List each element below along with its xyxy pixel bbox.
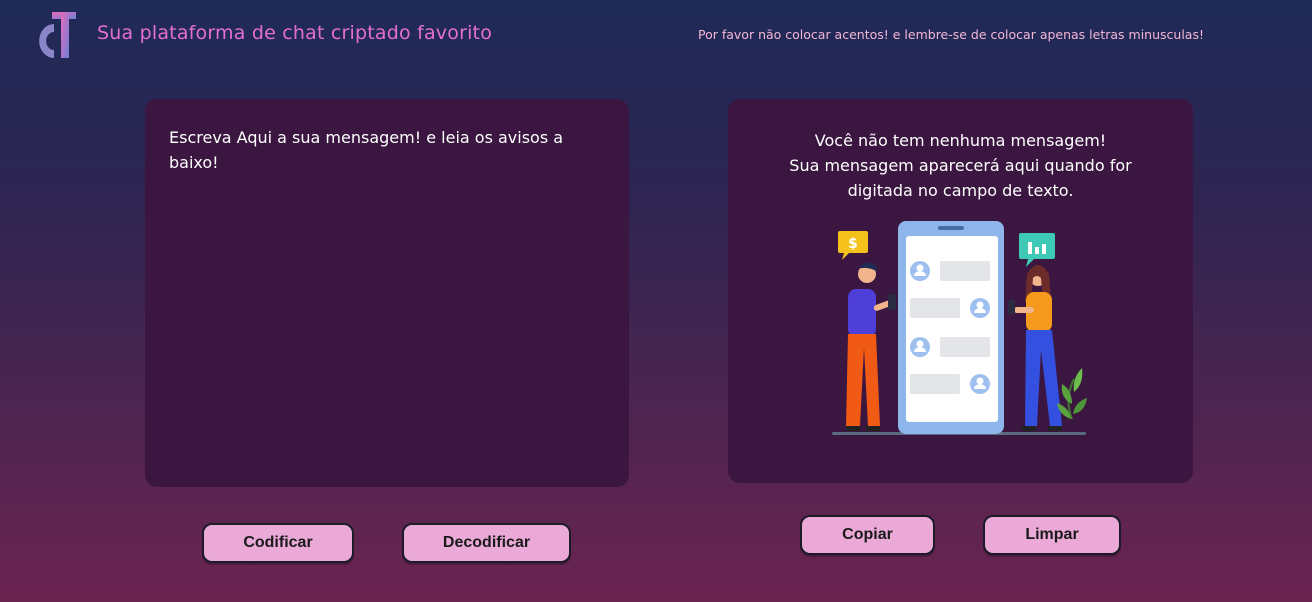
empty-line-3: digitada no campo de texto. <box>847 181 1074 200</box>
message-output-panel: Você não tem nenhuma mensagem! Sua mensa… <box>728 99 1193 483</box>
site-title: Sua plataforma de chat criptado favorito <box>97 22 493 44</box>
warning-text: Por favor não colocar acentos! e lembre-… <box>698 27 1204 42</box>
message-input-panel <box>145 99 629 487</box>
clear-button[interactable]: Limpar <box>983 515 1121 555</box>
empty-line-2: Sua mensagem aparecerá aqui quando for <box>789 156 1132 175</box>
decode-button[interactable]: Decodificar <box>402 523 571 563</box>
people-chatting-illustration-icon: $ <box>832 221 1087 435</box>
ct-logo-icon <box>39 12 76 58</box>
message-input[interactable] <box>145 99 629 487</box>
svg-text:$: $ <box>848 236 858 252</box>
empty-line-1: Você não tem nenhuma mensagem! <box>814 131 1107 150</box>
empty-message-text: Você não tem nenhuma mensagem! Sua mensa… <box>728 128 1193 203</box>
copy-button[interactable]: Copiar <box>800 515 935 555</box>
encode-button[interactable]: Codificar <box>202 523 354 563</box>
